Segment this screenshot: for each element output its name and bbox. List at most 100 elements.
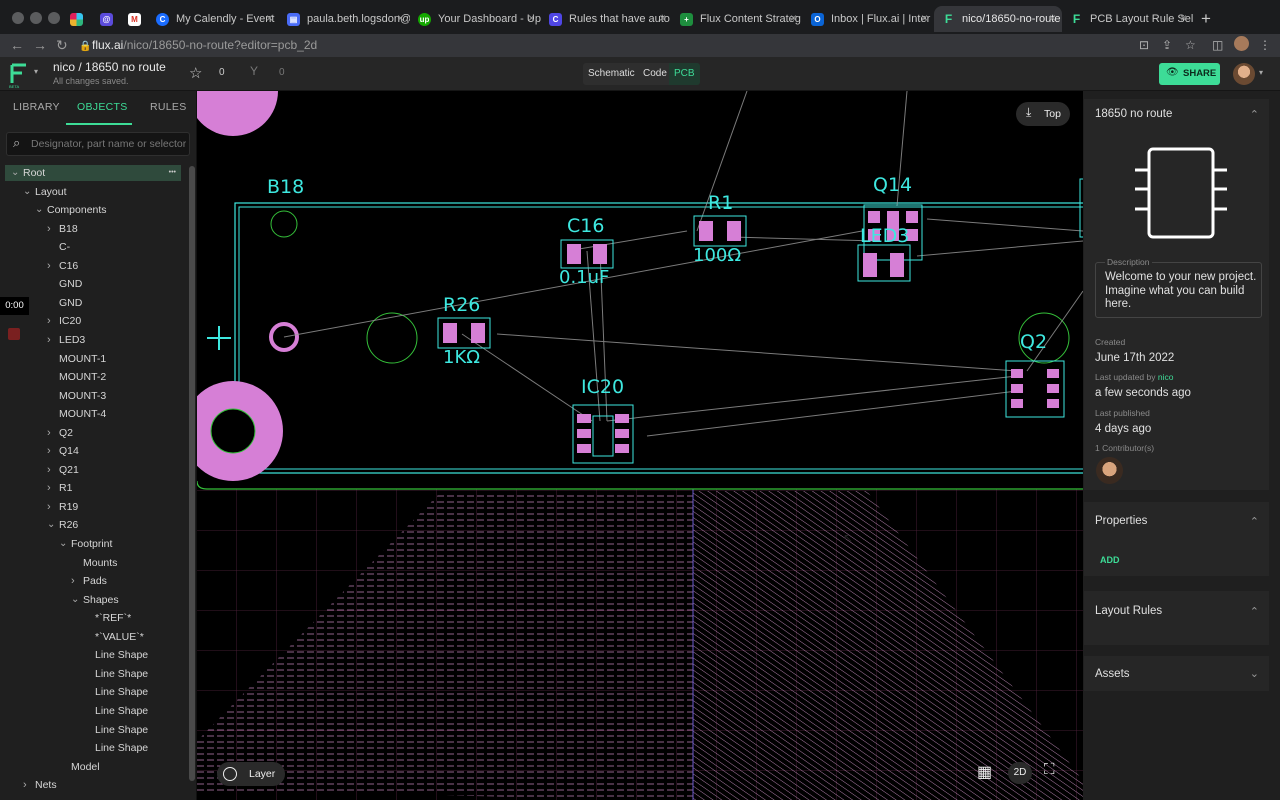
contributor-avatar[interactable]: [1096, 457, 1123, 484]
close-tab-icon[interactable]: ×: [1180, 11, 1187, 25]
collapsed-caret-icon[interactable]: ›: [23, 777, 27, 793]
updated-by-link[interactable]: nico: [1158, 372, 1174, 382]
component-ref-label[interactable]: Q2: [1020, 331, 1047, 353]
profile-avatar[interactable]: [1234, 36, 1249, 51]
tree-item[interactable]: Line Shape: [0, 722, 188, 738]
user-avatar[interactable]: [1233, 63, 1255, 85]
collapse-chevron-icon[interactable]: ⌃: [1250, 605, 1259, 618]
mount-hole-pad[interactable]: [197, 91, 278, 136]
collapse-chevron-icon[interactable]: ⌃: [1250, 108, 1259, 121]
tree-item[interactable]: C-: [0, 239, 188, 255]
collapsed-caret-icon[interactable]: ›: [47, 443, 51, 459]
close-window-button[interactable]: [12, 12, 24, 24]
view-2d-button[interactable]: 2D: [1008, 762, 1032, 784]
collapsed-caret-icon[interactable]: ›: [47, 258, 51, 274]
tree-item[interactable]: MOUNT-2: [0, 369, 188, 385]
maximize-window-button[interactable]: [48, 12, 60, 24]
tree-item[interactable]: ⌄ Root •••: [5, 165, 181, 181]
collapse-chevron-icon[interactable]: ⌃: [1250, 515, 1259, 528]
component-ref-label[interactable]: R1: [708, 192, 733, 214]
search-input[interactable]: [31, 136, 186, 152]
expanded-caret-icon[interactable]: ⌄: [35, 202, 43, 218]
tree-item[interactable]: ⌄ Components: [0, 202, 188, 218]
component-ref-label[interactable]: C16: [567, 215, 604, 237]
description-box[interactable]: Description Welcome to your new project.…: [1095, 257, 1262, 318]
component-ref-label[interactable]: IC20: [581, 376, 624, 398]
menu-icon[interactable]: ⋮: [1259, 38, 1271, 52]
close-tab-icon[interactable]: ×: [266, 11, 273, 25]
tree-item[interactable]: ⌄ Footprint: [0, 536, 188, 552]
tree-item[interactable]: › IC20: [0, 313, 188, 329]
collapsed-caret-icon[interactable]: ›: [47, 425, 51, 441]
browser-tab[interactable]: ▤ paula.beth.logsdon@ ×: [287, 6, 410, 32]
url-field[interactable]: flux.ai/nico/18650-no-route?editor=pcb_2…: [92, 36, 317, 54]
object-search[interactable]: ⌕: [6, 132, 190, 156]
logo-menu-chevron-icon[interactable]: ▾: [34, 67, 38, 76]
share-button[interactable]: 👁 SHARE: [1159, 63, 1220, 85]
tab-objects[interactable]: OBJECTS: [77, 101, 128, 113]
tree-item[interactable]: Mounts: [0, 555, 188, 571]
close-tab-icon[interactable]: ×: [397, 11, 404, 25]
back-icon[interactable]: ←: [10, 37, 24, 53]
component-ref-label[interactable]: B18: [267, 176, 304, 198]
tree-item[interactable]: › R1: [0, 480, 188, 496]
record-stop-icon[interactable]: [8, 328, 20, 340]
browser-tab[interactable]: + Flux Content Strateg ×: [680, 6, 803, 32]
collapsed-caret-icon[interactable]: ›: [47, 332, 51, 348]
star-icon[interactable]: ☆: [189, 64, 202, 82]
tree-item[interactable]: Line Shape: [0, 647, 188, 663]
view-side-toggle[interactable]: ⤓ Top: [1016, 102, 1070, 126]
bookmark-star-icon[interactable]: ☆: [1185, 38, 1196, 52]
install-icon[interactable]: ⊡: [1139, 38, 1149, 52]
pcb-canvas[interactable]: B18 C16 0.1uF R1 100Ω Q14 LED3 R26 1KΩ IC20 Q2 ⤓ T…: [197, 91, 1083, 800]
tree-item[interactable]: *`VALUE`*: [0, 629, 188, 645]
flux-logo-icon[interactable]: [10, 63, 28, 85]
tree-item[interactable]: › Nets: [0, 777, 188, 793]
expanded-caret-icon[interactable]: ⌄: [11, 165, 19, 181]
tree-item[interactable]: MOUNT-4: [0, 406, 188, 422]
component-ref-label[interactable]: LED3: [860, 225, 909, 247]
browser-tab[interactable]: @: [100, 6, 122, 32]
sidepanel-icon[interactable]: ◫: [1212, 38, 1223, 52]
tree-item[interactable]: ⌄ Shapes: [0, 592, 188, 608]
tree-scrollbar[interactable]: [189, 166, 195, 781]
browser-tab[interactable]: [70, 6, 92, 32]
collapsed-caret-icon[interactable]: ›: [47, 499, 51, 515]
tree-item[interactable]: › Q21: [0, 462, 188, 478]
r26-footprint[interactable]: [437, 317, 491, 349]
forward-icon[interactable]: →: [33, 37, 47, 53]
b18-pad[interactable]: [270, 210, 298, 238]
tree-item[interactable]: Model: [0, 759, 188, 775]
expanded-caret-icon[interactable]: ⌄: [59, 536, 67, 552]
browser-tab[interactable]: F PCB Layout Rule Sel ×: [1070, 6, 1193, 32]
tree-item[interactable]: *`REF`*: [0, 610, 188, 626]
close-tab-icon[interactable]: ×: [1049, 11, 1056, 25]
fullscreen-icon[interactable]: ⛶: [1044, 761, 1055, 778]
new-tab-button[interactable]: +: [1201, 6, 1219, 32]
browser-tab-active[interactable]: F nico/18650-no-route ×: [934, 6, 1062, 32]
component-value-label[interactable]: 100Ω: [693, 245, 741, 266]
tree-item[interactable]: ⌄ Layout: [0, 184, 188, 200]
tab-library[interactable]: LIBRARY: [13, 101, 60, 113]
expanded-caret-icon[interactable]: ⌄: [71, 592, 79, 608]
tree-item[interactable]: MOUNT-1: [0, 351, 188, 367]
collapsed-caret-icon[interactable]: ›: [47, 313, 51, 329]
tree-item[interactable]: Line Shape: [0, 740, 188, 756]
collapsed-caret-icon[interactable]: ›: [47, 221, 51, 237]
reload-icon[interactable]: ↻: [56, 37, 68, 53]
close-tab-icon[interactable]: ×: [528, 11, 535, 25]
collapsed-caret-icon[interactable]: ›: [71, 573, 75, 589]
tree-item[interactable]: ⌄ R26: [0, 517, 188, 533]
project-title[interactable]: nico / 18650 no route: [53, 60, 166, 74]
share-icon[interactable]: ⇪: [1162, 38, 1172, 52]
browser-tab[interactable]: C My Calendly - Event ×: [156, 6, 279, 32]
tree-item[interactable]: Line Shape: [0, 703, 188, 719]
pcb-board-svg[interactable]: [197, 91, 1083, 800]
tree-item[interactable]: › C16: [0, 258, 188, 274]
code-tab[interactable]: Code: [638, 63, 672, 85]
tree-item[interactable]: › Q2: [0, 425, 188, 441]
component-value-label[interactable]: 0.1uF: [559, 267, 609, 288]
browser-tab[interactable]: M: [128, 6, 150, 32]
collapsed-caret-icon[interactable]: ›: [47, 462, 51, 478]
close-tab-icon[interactable]: ×: [790, 11, 797, 25]
